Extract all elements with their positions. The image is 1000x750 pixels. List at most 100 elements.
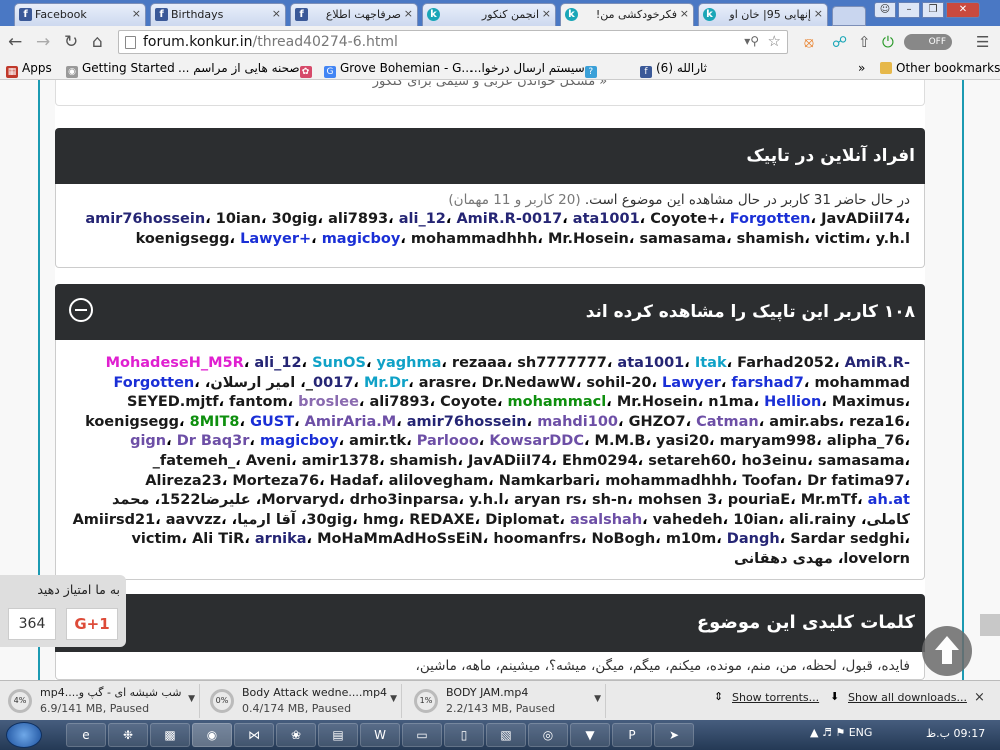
- username-link[interactable]: M.M.B: [595, 433, 646, 449]
- username-link[interactable]: farshad7: [731, 375, 803, 391]
- shield-icon[interactable]: ▼: [570, 723, 610, 747]
- username-link[interactable]: MoHaMmAdHoSsEiN: [317, 531, 483, 547]
- username-link[interactable]: Lawyer: [662, 375, 721, 391]
- username-link[interactable]: Forgotten: [113, 375, 194, 391]
- username-link[interactable]: JavADiiI74: [468, 453, 551, 469]
- username-link[interactable]: آقا ارمیا: [237, 512, 296, 528]
- username-link[interactable]: victim: [131, 531, 181, 547]
- username-link[interactable]: y.h.l: [469, 492, 503, 508]
- username-link[interactable]: koenigsegg: [85, 414, 179, 430]
- username-link[interactable]: Hellion: [764, 394, 821, 410]
- username-link[interactable]: koenigsegg: [136, 231, 230, 247]
- collapse-minus-icon[interactable]: [69, 298, 93, 322]
- username-link[interactable]: sh7777777: [517, 355, 607, 371]
- toggle-switch[interactable]: OFF: [904, 34, 952, 50]
- tab-facebook[interactable]: f Facebook ×: [14, 3, 146, 26]
- username-link[interactable]: shamish: [737, 231, 805, 247]
- power-icon[interactable]: ⏻: [882, 33, 894, 51]
- username-link[interactable]: ali.rainy: [789, 512, 856, 528]
- bookmark-facebook[interactable]: f (6) ثارالله: [640, 61, 707, 78]
- download-shelf-close-icon[interactable]: ×: [974, 690, 985, 705]
- username-link[interactable]: 8MIT8: [190, 414, 240, 430]
- chrome-icon[interactable]: ◉: [192, 723, 232, 747]
- side-feedback-tab[interactable]: [980, 614, 1000, 636]
- username-link[interactable]: ali7893: [328, 211, 388, 227]
- username-link[interactable]: mohsen 3: [638, 492, 717, 508]
- username-link[interactable]: Parlooo: [417, 433, 479, 449]
- language-indicator[interactable]: ENG: [849, 726, 873, 739]
- folder-icon[interactable]: ▩: [150, 723, 190, 747]
- tab-konkur-thread[interactable]: k إنهایی 95| خان او ×: [698, 3, 828, 26]
- username-link[interactable]: REDAXE: [409, 512, 474, 528]
- username-link[interactable]: ah.at: [868, 492, 910, 508]
- username-link[interactable]: arnika: [255, 531, 307, 547]
- download-item[interactable]: 4% شب شیشه ای - گپ و....mp4 6.9/141 MB, …: [4, 684, 200, 718]
- username-link[interactable]: 10ian: [216, 211, 261, 227]
- username-link[interactable]: 10ian: [733, 512, 778, 528]
- username-link[interactable]: Dr fatima97: [807, 473, 904, 489]
- username-link[interactable]: mahdi100: [537, 414, 618, 430]
- google-plus-button[interactable]: G+1: [66, 608, 118, 640]
- username-link[interactable]: rezaaa: [452, 355, 507, 371]
- username-link[interactable]: amir1378: [302, 453, 379, 469]
- reload-icon[interactable]: ↻: [64, 32, 78, 52]
- address-bar[interactable]: forum.konkur.in/thread40274-6.html ▾⚲ ☆: [118, 30, 788, 54]
- username-link[interactable]: mohammadhhh: [411, 231, 538, 247]
- username-link[interactable]: amir76hossein: [85, 211, 205, 227]
- username-link[interactable]: Mr.Hosein: [548, 231, 629, 247]
- zoom-icon[interactable]: ▾⚲: [744, 34, 759, 48]
- show-torrents-link[interactable]: Show torrents...: [732, 691, 819, 704]
- username-link[interactable]: ata1001: [617, 355, 684, 371]
- username-link[interactable]: sh-n: [592, 492, 627, 508]
- bookmark-site[interactable]: ✿صحنه هایی از مراسم ...: [178, 61, 316, 78]
- bookmark-star-icon[interactable]: ☆: [768, 32, 781, 50]
- username-link[interactable]: Lawyer+: [240, 231, 311, 247]
- tab-current-thread[interactable]: k فکرخودکشی من! ×: [560, 3, 694, 27]
- username-link[interactable]: Toofan: [742, 473, 796, 489]
- tab-close-icon[interactable]: ×: [814, 7, 823, 20]
- username-link[interactable]: fantom: [229, 394, 287, 410]
- bookmark-request[interactable]: ?سیستم ارسال درخوا...: [470, 61, 601, 78]
- minimize-icon[interactable]: –: [898, 2, 920, 18]
- username-link[interactable]: ali_12: [399, 211, 446, 227]
- telegram-icon[interactable]: ➤: [654, 723, 694, 747]
- desktop-icon[interactable]: ▭: [402, 723, 442, 747]
- username-link[interactable]: ata1001: [573, 211, 640, 227]
- username-link[interactable]: AmirAria.M: [305, 414, 397, 430]
- username-link[interactable]: Ali TiR: [192, 531, 244, 547]
- download-item[interactable]: 0% Body Attack wedne....mp4 0.4/174 MB, …: [206, 684, 402, 718]
- username-link[interactable]: KowsarDDC: [489, 433, 584, 449]
- username-link[interactable]: Namkarbari: [499, 473, 595, 489]
- username-link[interactable]: ali_12: [254, 355, 301, 371]
- username-link[interactable]: Mr.mTf: [801, 492, 857, 508]
- username-link[interactable]: alilovegham: [389, 473, 489, 489]
- username-link[interactable]: SEYED.mjtf: [127, 394, 219, 410]
- extension-c-icon[interactable]: ⦻: [804, 33, 814, 51]
- tray-expand-icon[interactable]: ▲: [810, 726, 818, 739]
- username-link[interactable]: Dr.NedawW: [482, 375, 576, 391]
- username-link[interactable]: vahedeh: [653, 512, 723, 528]
- username-link[interactable]: JavADiiI74: [821, 211, 904, 227]
- tab-close-icon[interactable]: ×: [132, 7, 141, 20]
- username-link[interactable]: NoBogh: [591, 531, 655, 547]
- username-link[interactable]: Maximus: [832, 394, 905, 410]
- back-icon[interactable]: ←: [8, 32, 22, 52]
- volume-icon[interactable]: ♬: [822, 726, 832, 739]
- menu-icon[interactable]: ☰: [976, 33, 989, 51]
- username-link[interactable]: amir.abs: [769, 414, 838, 430]
- username-link[interactable]: Ehm0294: [562, 453, 638, 469]
- username-link[interactable]: yasi20: [656, 433, 709, 449]
- tab-konkur-forum[interactable]: k انجمن کنکور ×: [422, 3, 556, 26]
- calculator-icon[interactable]: ▧: [486, 723, 526, 747]
- bookmark-getting-started[interactable]: ◉ Getting Started: [66, 61, 175, 78]
- username-link[interactable]: 30gig: [272, 211, 318, 227]
- document-icon[interactable]: ▯: [444, 723, 484, 747]
- username-link[interactable]: amir76hossein: [407, 414, 527, 430]
- username-link[interactable]: مهدی دهقانی: [734, 551, 833, 567]
- username-link[interactable]: AmiR.R-0017: [456, 211, 562, 227]
- headphones-icon[interactable]: ☍: [832, 33, 847, 51]
- username-link[interactable]: امیر ارسلان: [210, 375, 295, 391]
- pdf-icon[interactable]: P: [612, 723, 652, 747]
- username-link[interactable]: Coyote: [440, 394, 497, 410]
- username-link[interactable]: ali7893: [369, 394, 429, 410]
